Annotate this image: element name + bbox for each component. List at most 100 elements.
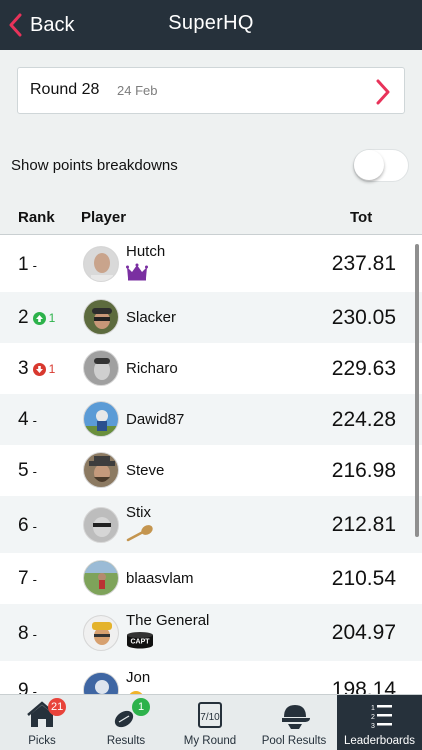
- rank-dash: -: [32, 571, 37, 587]
- tab-pool-results[interactable]: Pool Results: [252, 695, 336, 750]
- rank-dash: -: [32, 518, 37, 534]
- avatar: [83, 507, 119, 543]
- tab-label: My Round: [183, 735, 237, 747]
- rank-number: 5: [18, 460, 29, 481]
- score-card-icon: 7/10: [168, 700, 252, 732]
- rank-cell: 9-: [18, 680, 37, 694]
- wooden-spoon-icon: [126, 525, 153, 542]
- captain-label: CAPT: [130, 639, 150, 646]
- column-header-rank[interactable]: Rank: [18, 209, 55, 226]
- tab-label: Leaderboards: [344, 735, 415, 747]
- player-name: Hutch: [126, 243, 166, 260]
- tab-picks[interactable]: 21 Picks: [0, 695, 84, 750]
- player-total: 198.14: [331, 678, 396, 694]
- table-row[interactable]: 4- Dawid87 224.28: [0, 394, 422, 445]
- round-name: Round 28: [30, 81, 100, 98]
- player-name: Jon: [126, 669, 151, 686]
- table-row[interactable]: 6- Stix 212.81: [0, 496, 422, 553]
- round-selector[interactable]: Round 28 24 Feb: [17, 67, 405, 114]
- table-row[interactable]: 1- Hutch 237.81: [0, 235, 422, 292]
- avatar: [83, 452, 119, 488]
- tab-my-round[interactable]: 7/10 My Round: [168, 695, 252, 750]
- column-header-total[interactable]: Tot: [350, 209, 372, 226]
- rank-change-value: 1: [48, 362, 56, 376]
- player-name: blaasvlam: [126, 570, 194, 587]
- rank-cell: 4-: [18, 409, 37, 431]
- rank-number: 3: [18, 358, 29, 379]
- rank-change-down: 1: [32, 362, 56, 376]
- player-name: Steve: [126, 462, 165, 479]
- tab-bar: 21 Picks 1 Results 7/10 My Round Pool Re…: [0, 694, 422, 750]
- rank-dash: -: [32, 683, 37, 695]
- table-row[interactable]: 7- blaasvlam 210.54: [0, 553, 422, 604]
- tab-label: Results: [106, 735, 146, 747]
- rank-number: 6: [18, 515, 29, 536]
- toggle-knob: [354, 150, 384, 180]
- table-row[interactable]: 8- The General CAPT 204.97: [0, 604, 422, 661]
- rank-cell: 5-: [18, 460, 37, 482]
- player-name: Slacker: [126, 309, 177, 326]
- rank-number: 9: [18, 680, 29, 694]
- player-name: Dawid87: [126, 411, 185, 428]
- scrollbar[interactable]: [415, 244, 419, 537]
- results-badge: 1: [132, 698, 150, 716]
- rank-cell: 2 1: [18, 307, 55, 329]
- rank-number: 8: [18, 623, 29, 644]
- my-round-score: 7/10: [200, 712, 220, 723]
- leaderboard-list[interactable]: 1- Hutch 237.81 2 1 Slacker 230.05 3 1 R…: [0, 235, 422, 694]
- points-breakdown-toggle[interactable]: [353, 149, 409, 182]
- player-total: 204.97: [331, 621, 396, 644]
- pool-cap-icon: [252, 700, 336, 732]
- svg-text:2: 2: [371, 714, 375, 721]
- table-row[interactable]: 5- Steve 216.98: [0, 445, 422, 496]
- nav-bar: Back SuperHQ: [0, 0, 422, 50]
- rank-number: 7: [18, 568, 29, 589]
- player-total: 230.05: [331, 306, 396, 329]
- rank-number: 2: [18, 307, 29, 328]
- table-row[interactable]: 3 1 Richaro 229.63: [0, 343, 422, 394]
- player-name: Stix: [126, 504, 152, 521]
- ranked-list-icon: 1 2 3: [337, 700, 422, 732]
- table-row[interactable]: 2 1 Slacker 230.05: [0, 292, 422, 343]
- arrow-up-icon: [32, 311, 46, 325]
- avatar: [83, 672, 119, 694]
- rank-dash: -: [32, 626, 37, 642]
- rank-number: 4: [18, 409, 29, 430]
- chevron-right-icon: [376, 79, 390, 105]
- tab-results[interactable]: 1 Results: [84, 695, 168, 750]
- tab-label: Picks: [28, 735, 56, 747]
- arrow-down-icon: [32, 362, 46, 376]
- rank-cell: 7-: [18, 568, 37, 590]
- rank-dash: -: [32, 412, 37, 428]
- rank-dash: -: [32, 463, 37, 479]
- svg-text:1: 1: [371, 705, 375, 712]
- player-total: 224.28: [331, 408, 396, 431]
- player-total: 229.63: [331, 357, 396, 380]
- crown-icon: [126, 263, 148, 281]
- avatar: [83, 246, 119, 282]
- captain-armband-icon: CAPT: [126, 632, 154, 649]
- player-total: 212.81: [331, 513, 396, 536]
- rank-change-up: 1: [32, 311, 56, 325]
- rank-cell: 3 1: [18, 358, 55, 380]
- tab-label: Pool Results: [261, 735, 327, 747]
- points-breakdown-label: Show points breakdowns: [11, 157, 178, 174]
- page-title: SuperHQ: [168, 12, 254, 34]
- avatar: [83, 350, 119, 386]
- avatar: [83, 299, 119, 335]
- rank-dash: -: [32, 257, 37, 273]
- player-total: 216.98: [331, 459, 396, 482]
- avatar: [83, 615, 119, 651]
- rank-change-value: 1: [48, 311, 56, 325]
- rank-cell: 1-: [18, 254, 37, 276]
- rank-cell: 8-: [18, 623, 37, 645]
- avatar: [83, 560, 119, 596]
- svg-text:3: 3: [371, 723, 375, 730]
- column-header-player[interactable]: Player: [81, 209, 126, 226]
- table-row[interactable]: 9- Jon 198.14: [0, 661, 422, 694]
- rank-number: 1: [18, 254, 29, 275]
- player-total: 210.54: [331, 567, 396, 590]
- tab-leaderboards[interactable]: 1 2 3 Leaderboards: [337, 695, 422, 750]
- rank-cell: 6-: [18, 515, 37, 537]
- player-name: The General: [126, 612, 210, 629]
